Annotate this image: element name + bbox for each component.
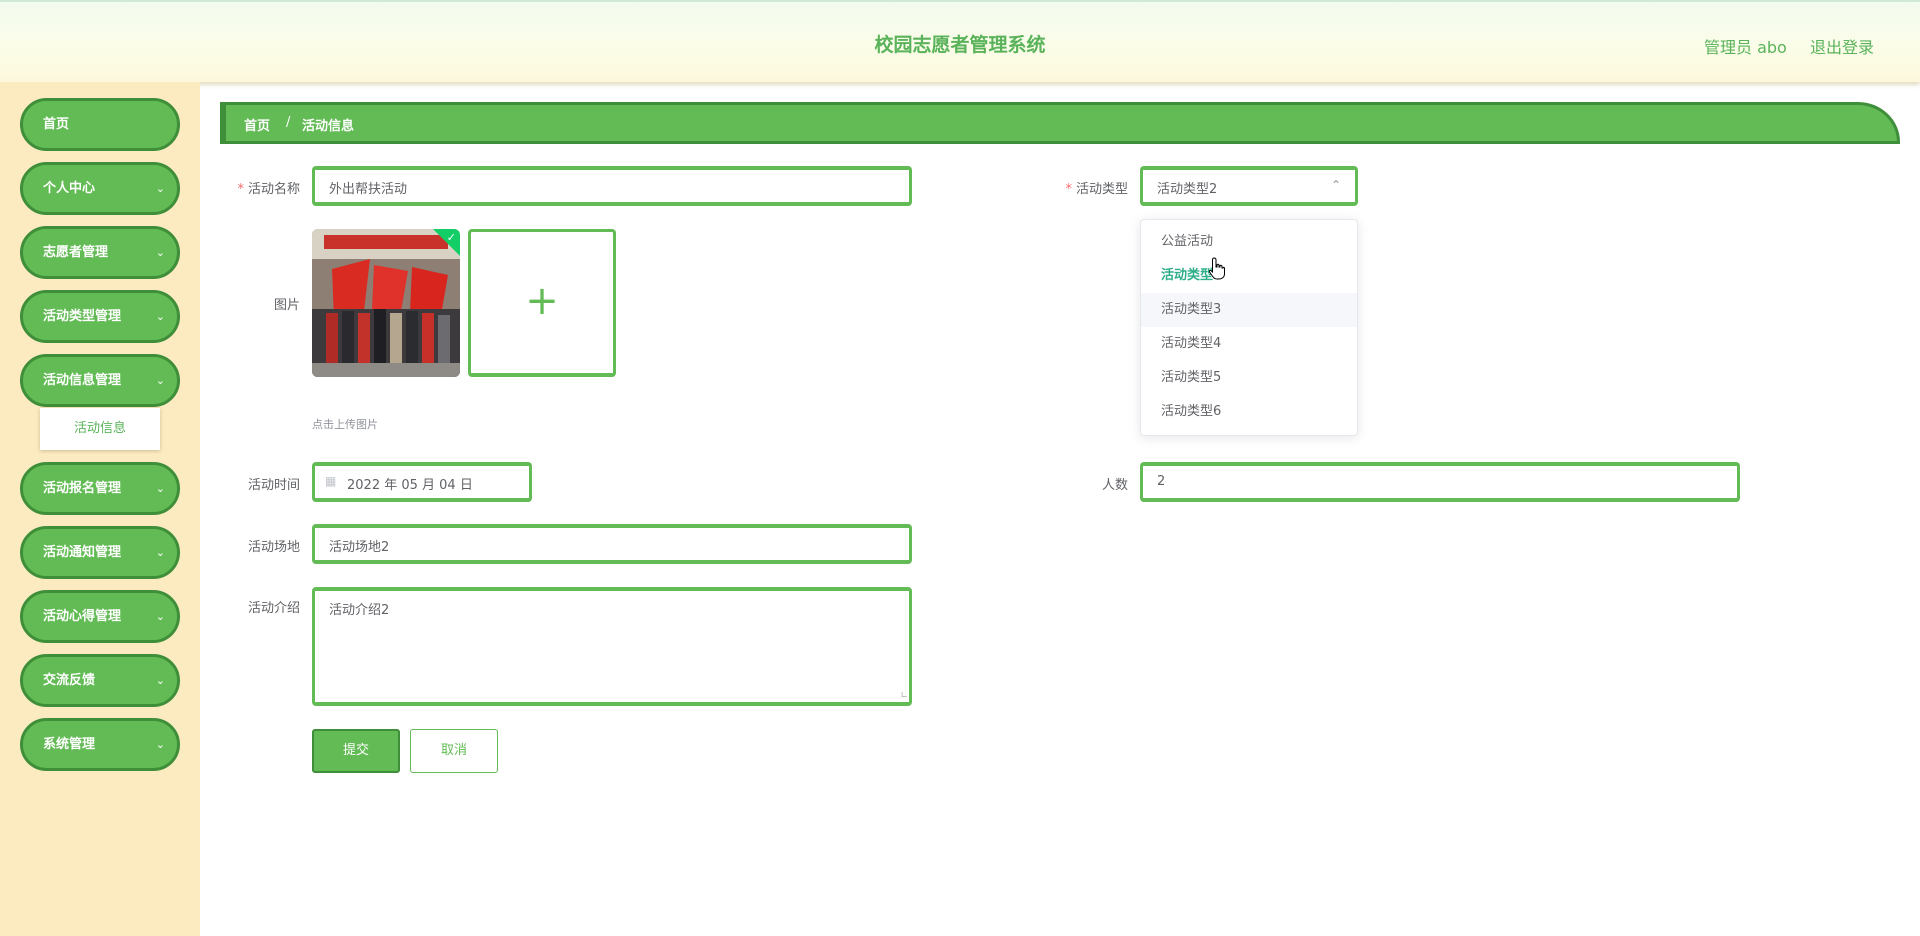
venue-value: 活动场地2	[329, 540, 390, 555]
activity-type-label: * 活动类型	[1028, 178, 1128, 197]
cancel-button[interactable]: 取消	[410, 729, 498, 773]
sidebar-item-label: 志愿者管理	[43, 245, 109, 260]
dropdown-option[interactable]: 公益活动	[1141, 225, 1357, 259]
check-icon: ✓	[446, 231, 456, 244]
sidebar-item-notices[interactable]: 活动通知管理 ⌄	[20, 526, 180, 579]
sidebar-item-label: 交流反馈	[43, 673, 96, 688]
sidebar-item-label: 活动通知管理	[43, 545, 122, 560]
count-input[interactable]: 2	[1140, 462, 1740, 502]
photo-thumbnail-icon	[312, 229, 460, 377]
sidebar-item-home[interactable]: 首页	[20, 98, 180, 151]
activity-time-value: 2022 年 05 月 04 日	[347, 478, 473, 493]
required-mark: *	[237, 182, 244, 197]
sidebar-item-volunteers[interactable]: 志愿者管理 ⌄	[20, 226, 180, 279]
intro-textarea[interactable]: 活动介绍2 ∟	[312, 587, 912, 706]
dropdown-option-hover[interactable]: 活动类型3	[1141, 293, 1357, 327]
intro-value: 活动介绍2	[329, 603, 390, 618]
required-mark: *	[1065, 182, 1072, 197]
activity-type-label-text: 活动类型	[1075, 182, 1128, 197]
logout-link[interactable]: 退出登录	[1810, 34, 1874, 58]
sidebar-item-profile[interactable]: 个人中心 ⌄	[20, 162, 180, 215]
chevron-down-icon: ⌄	[155, 610, 165, 623]
sidebar-item-activity-info[interactable]: 活动信息管理 ⌄	[20, 354, 180, 407]
resize-handle-icon[interactable]: ∟	[900, 691, 908, 701]
breadcrumb-separator: /	[286, 115, 291, 130]
sidebar-item-feedback[interactable]: 交流反馈 ⌄	[20, 654, 180, 707]
sidebar-item-label: 活动心得管理	[43, 609, 122, 624]
sidebar-item-label: 个人中心	[43, 181, 96, 196]
chevron-up-icon: ⌄	[155, 374, 165, 387]
image-label: 图片	[273, 298, 300, 313]
activity-type-select[interactable]: 活动类型2 ⌃	[1140, 166, 1358, 206]
chevron-down-icon: ⌄	[155, 546, 165, 559]
sidebar-item-system[interactable]: 系统管理 ⌄	[20, 718, 180, 771]
chevron-down-icon: ⌄	[155, 482, 165, 495]
chevron-up-icon: ⌃	[1330, 178, 1341, 192]
sidebar-item-experiences[interactable]: 活动心得管理 ⌄	[20, 590, 180, 643]
sidebar-item-registrations[interactable]: 活动报名管理 ⌄	[20, 462, 180, 515]
calendar-icon: ▦	[325, 474, 337, 488]
activity-name-label: * 活动名称	[200, 178, 300, 197]
sidebar-item-activity-types[interactable]: 活动类型管理 ⌄	[20, 290, 180, 343]
breadcrumb: 首页 / 活动信息	[220, 102, 1900, 144]
breadcrumb-home[interactable]: 首页	[244, 115, 270, 134]
count-value: 2	[1157, 474, 1166, 489]
sidebar: 首页 个人中心 ⌄ 志愿者管理 ⌄ 活动类型管理 ⌄ 活动信息管理 ⌄ 活动报名…	[0, 82, 200, 936]
activity-name-label-text: 活动名称	[247, 182, 300, 197]
sidebar-item-label: 首页	[43, 117, 70, 132]
dropdown-option[interactable]: 活动类型4	[1141, 327, 1357, 361]
submit-button[interactable]: 提交	[312, 729, 400, 773]
activity-type-value: 活动类型2	[1157, 182, 1218, 197]
current-user: 管理员 abo	[1704, 38, 1787, 57]
hand-cursor-icon	[1208, 257, 1225, 280]
breadcrumb-current: 活动信息	[302, 119, 355, 134]
activity-name-input[interactable]: 外出帮扶活动	[312, 166, 912, 206]
uploaded-photo[interactable]: ✓	[312, 229, 460, 377]
dropdown-option[interactable]: 活动类型6	[1141, 395, 1357, 429]
venue-input[interactable]: 活动场地2	[312, 524, 912, 564]
chevron-down-icon: ⌄	[155, 674, 165, 687]
upload-hint: 点击上传图片	[312, 418, 378, 431]
sidebar-item-label: 活动信息管理	[43, 373, 122, 388]
app-title: 校园志愿者管理系统	[874, 34, 1046, 56]
activity-time-picker[interactable]: ▦ 2022 年 05 月 04 日	[312, 462, 532, 502]
image-upload-button[interactable]: +	[468, 229, 616, 377]
chevron-down-icon: ⌄	[155, 310, 165, 323]
activity-name-value: 外出帮扶活动	[329, 182, 408, 197]
dropdown-option-selected[interactable]: 活动类型2	[1141, 259, 1357, 293]
venue-label: 活动场地	[247, 540, 300, 555]
intro-label: 活动介绍	[247, 601, 300, 616]
chevron-down-icon: ⌄	[155, 738, 165, 751]
activity-type-dropdown: 公益活动 活动类型2 活动类型3 活动类型4 活动类型5 活动类型6	[1140, 219, 1358, 436]
sidebar-item-label: 活动报名管理	[43, 481, 122, 496]
plus-icon: +	[525, 278, 559, 324]
count-label: 人数	[1101, 478, 1128, 493]
activity-time-label: 活动时间	[247, 478, 300, 493]
submenu-item-activity-info[interactable]: 活动信息	[40, 408, 160, 450]
chevron-down-icon: ⌄	[155, 182, 165, 195]
top-header: 校园志愿者管理系统 管理员 abo 退出登录	[0, 0, 1920, 82]
sidebar-item-label: 活动类型管理	[43, 309, 122, 324]
sidebar-item-label: 系统管理	[43, 737, 96, 752]
chevron-down-icon: ⌄	[155, 246, 165, 259]
dropdown-option[interactable]: 活动类型5	[1141, 361, 1357, 395]
